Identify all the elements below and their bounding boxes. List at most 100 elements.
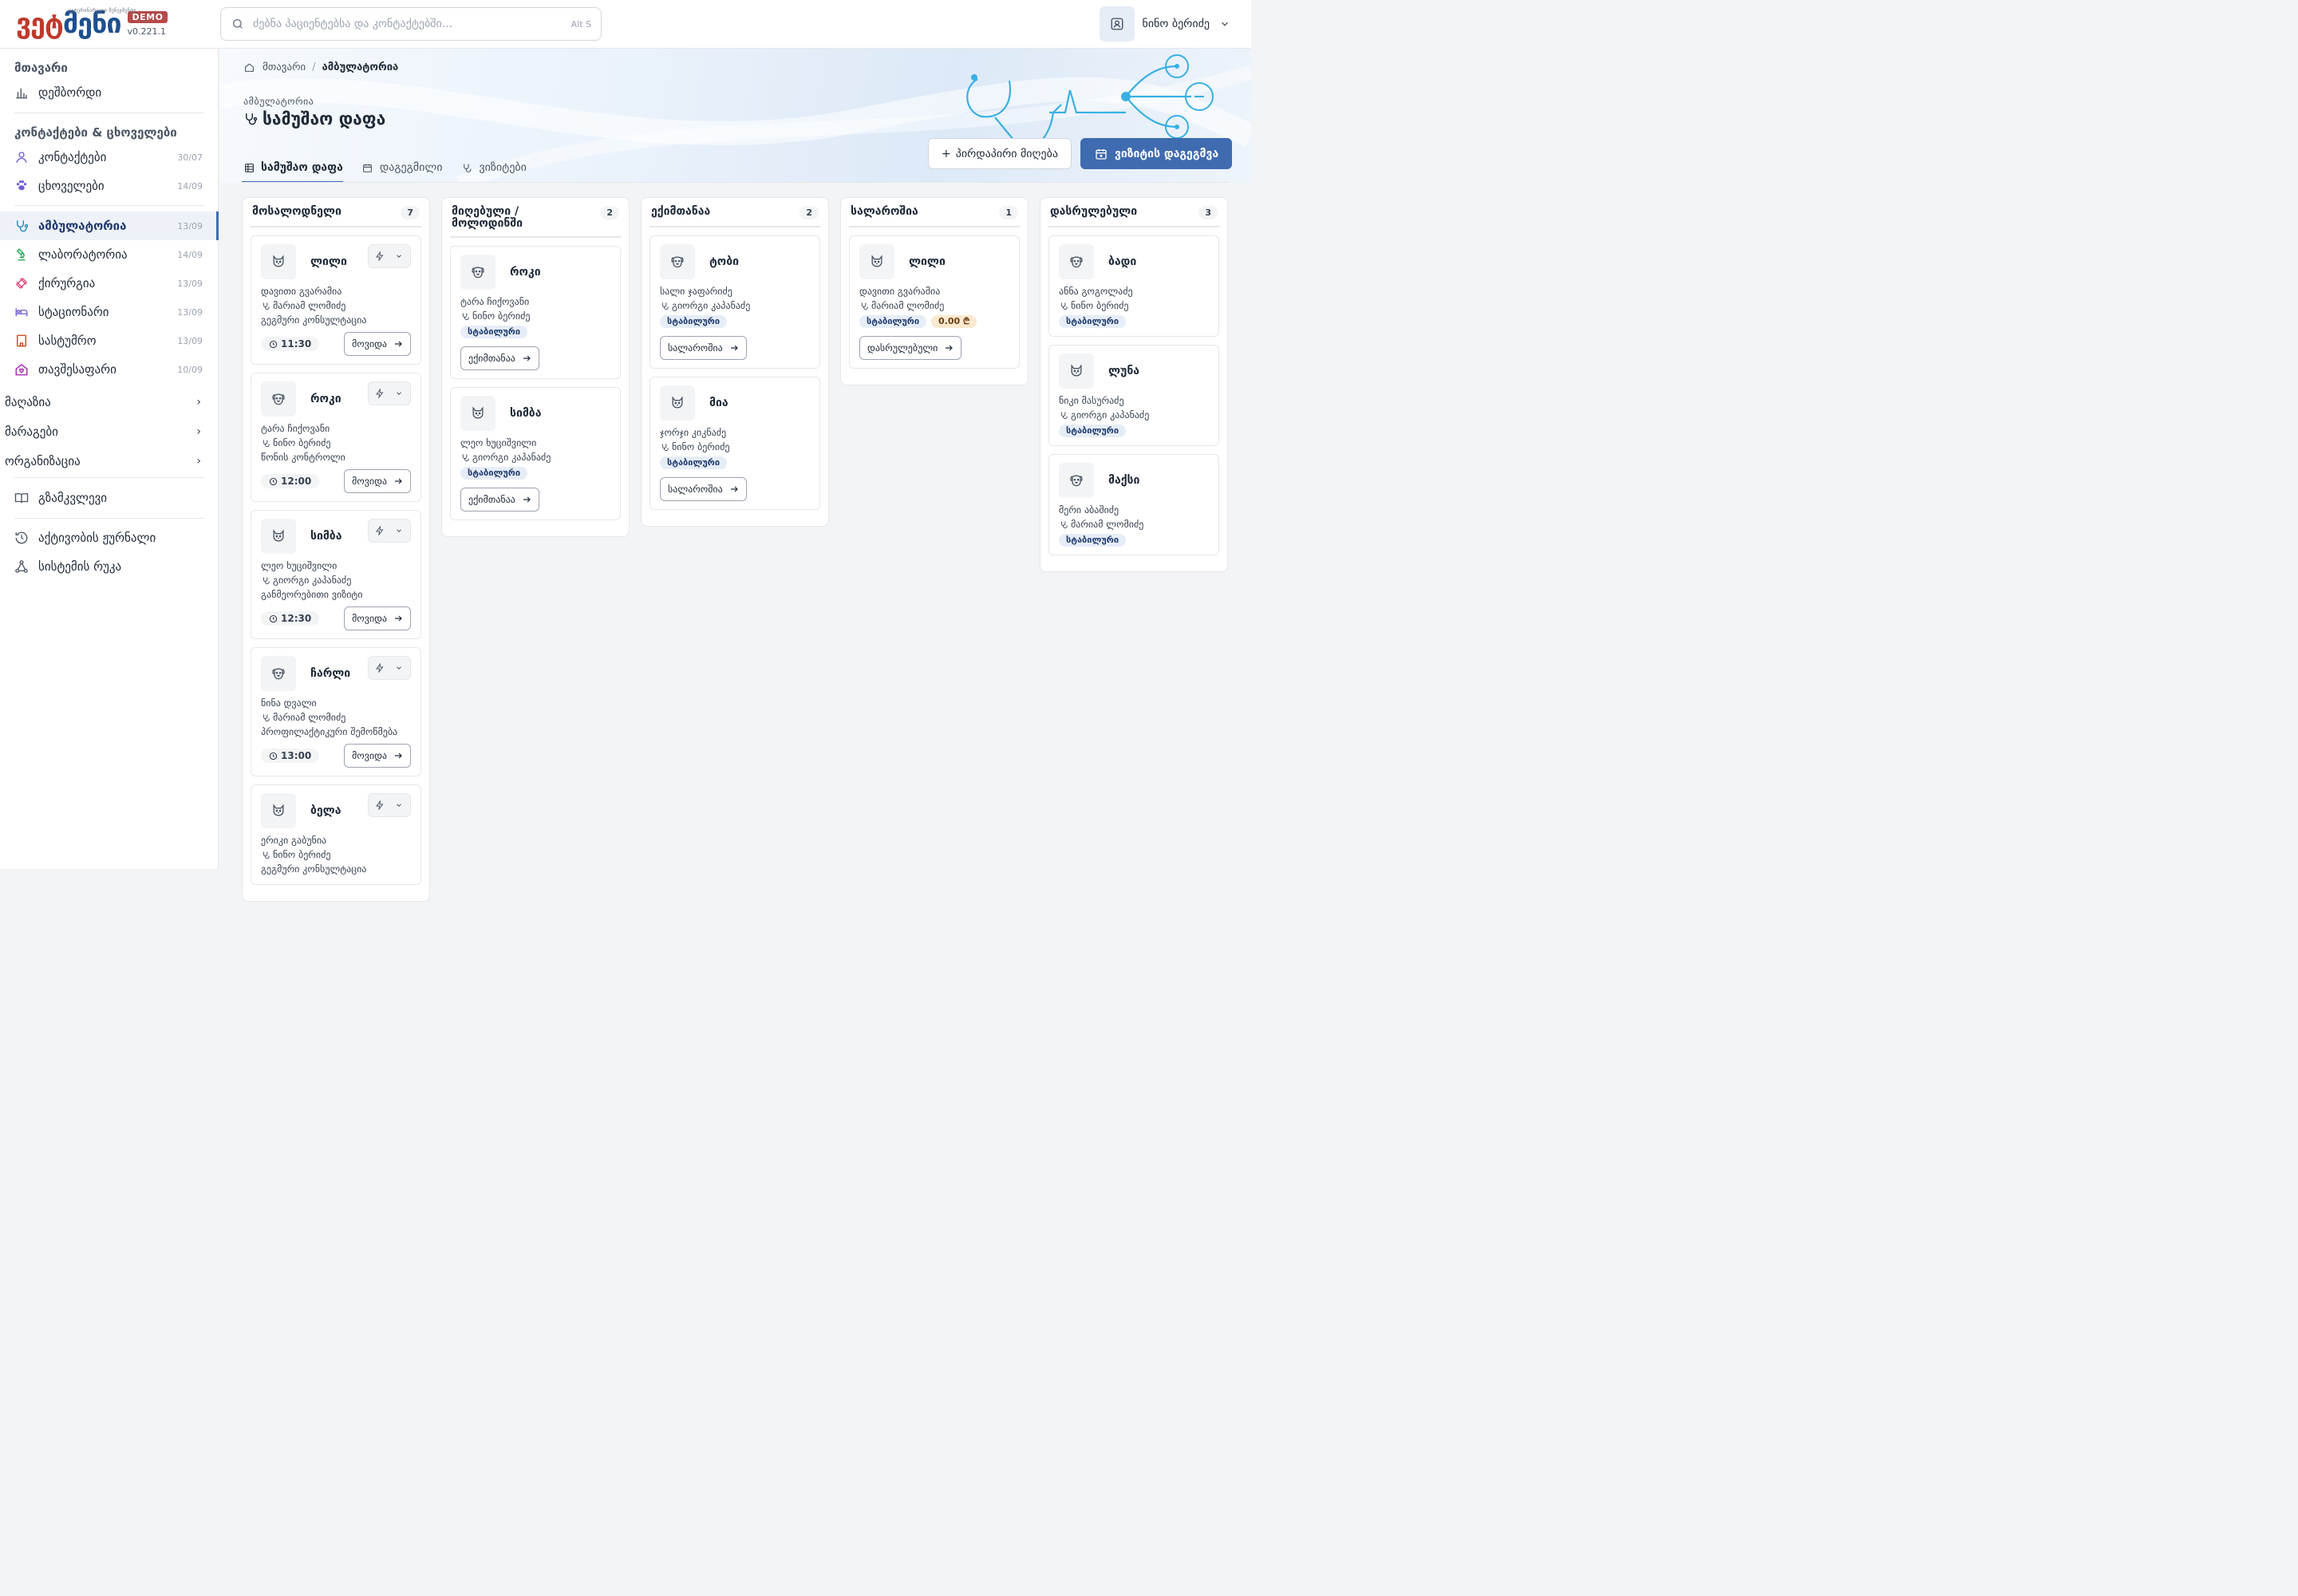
sidebar-item-shop[interactable]: მაღაზია › xyxy=(0,388,219,417)
chevron-down-icon xyxy=(392,523,406,538)
search-input[interactable] xyxy=(253,18,563,30)
global-search[interactable]: Alt S xyxy=(220,7,602,41)
patient-card[interactable]: მაქსი მერი აბაშიძე მარიამ ლომიძე სტაბილური xyxy=(1048,454,1219,555)
doctor-name: ნინო ბერიძე xyxy=(672,441,730,452)
card-header: ბადი xyxy=(1059,244,1209,279)
pet-name[interactable]: ბელა xyxy=(310,804,341,817)
tab-visits[interactable]: ვიზიტები xyxy=(460,152,527,183)
main-content: მთავარი / ამბულატორია ამბულატორია სამუშა… xyxy=(219,49,1251,902)
sidebar-item-ambulatory[interactable]: ამბულატორია 13/09 xyxy=(0,211,219,240)
user-menu[interactable]: ნინო ბერიძე xyxy=(1099,6,1233,41)
move-status-button[interactable]: მოვიდა xyxy=(344,606,411,630)
page-title: სამუშაო დაფა xyxy=(243,109,385,128)
patient-card[interactable]: ტობი სალი ჯაფარიძე გიორგი კაპანაძე სტაბილურ… xyxy=(650,235,820,369)
patient-card[interactable]: ჩარლი ნინა დვალი მარიამ ლომიძე პროფილაქტიკუ… xyxy=(251,647,421,776)
cat-icon xyxy=(660,385,695,421)
quick-actions-button[interactable] xyxy=(368,244,411,268)
owner-name: ლეო ხუციშვილი xyxy=(460,437,537,448)
move-status-button[interactable]: სალაროშია xyxy=(660,336,747,360)
pet-name[interactable]: ჩარლი xyxy=(310,667,350,680)
assigned-doctor: გიორგი კაპანაძე xyxy=(1059,408,1209,422)
lightning-icon xyxy=(373,249,387,263)
patient-card[interactable]: ბელა ერიკი გაბუნია ნინო ბერიძე გეგმური კონს… xyxy=(251,784,421,885)
schedule-visit-button[interactable]: ვიზიტის დაგეგმვა xyxy=(1080,138,1233,169)
sidebar-item-date: 13/09 xyxy=(177,306,203,318)
status-badge: სტაბილური xyxy=(460,467,528,480)
card-header: როკი xyxy=(261,381,411,417)
quick-actions-button[interactable] xyxy=(368,519,411,543)
quick-actions-button[interactable] xyxy=(368,793,411,817)
move-status-button[interactable]: მოვიდა xyxy=(344,332,411,356)
lightning-icon xyxy=(373,386,387,401)
card-header: ლუნა xyxy=(1059,354,1209,389)
home-icon[interactable] xyxy=(242,60,256,74)
chevron-down-icon xyxy=(392,798,406,812)
chevron-down-icon xyxy=(392,249,406,263)
patient-card[interactable]: ლილი დავითი გვარამია მარიამ ლომიძე გეგმური … xyxy=(251,235,421,365)
button-label: პირდაპირი მიღება xyxy=(955,147,1059,160)
patient-card[interactable]: ლუნა ნიკი მასურაძე გიორგი კაპანაძე სტაბილურ… xyxy=(1048,345,1219,446)
stethoscope-icon xyxy=(14,219,29,233)
pet-name[interactable]: სიმბა xyxy=(510,407,541,420)
move-status-button[interactable]: ექიმთანაა xyxy=(460,488,539,512)
logo-tagline: ვეტერინარული მენეჯმენტი xyxy=(69,8,136,14)
pet-name[interactable]: ლუნა xyxy=(1108,365,1139,377)
patient-card[interactable]: სიმბა ლეო ხუციშვილი გიორგი კაპანაძე განმეორ… xyxy=(251,510,421,639)
sidebar-item-organization[interactable]: ორგანიზაცია › xyxy=(0,447,219,476)
quick-actions-button[interactable] xyxy=(368,656,411,680)
sidebar-item-guide[interactable]: გზამკვლევი xyxy=(0,484,219,512)
sidebar-item-label: დეშბორდი xyxy=(38,85,102,100)
column-count: 7 xyxy=(401,206,420,219)
pet-name[interactable]: როკი xyxy=(310,393,342,405)
sidebar: მთავარი დეშბორდი კონტაქტები & ცხოველები … xyxy=(0,49,219,869)
tab-scheduled[interactable]: დაგეგმილი xyxy=(361,152,442,183)
move-status-button[interactable]: სალაროშია xyxy=(660,477,747,501)
patient-card[interactable]: როკი ტარა ჩიქოვანი ნინო ბერიძე სტაბილური ექი… xyxy=(450,246,621,379)
tab-workboard[interactable]: სამუშაო დაფა xyxy=(242,152,343,183)
status-badge: სტაბილური xyxy=(660,315,728,328)
move-status-button[interactable]: დასრულებული xyxy=(859,336,962,360)
sidebar-item-system-map[interactable]: სისტემის რუკა xyxy=(0,552,219,581)
sidebar-item-laboratory[interactable]: ლაბორატორია 14/09 xyxy=(0,240,219,269)
pet-name[interactable]: როკი xyxy=(510,266,541,279)
pet-name[interactable]: ლილი xyxy=(310,255,347,268)
pet-name[interactable]: ტობი xyxy=(709,255,739,268)
pet-name[interactable]: ბადი xyxy=(1108,255,1136,268)
sidebar-item-label: აქტივობის ჟურნალი xyxy=(38,531,156,545)
page-header-banner: მთავარი / ამბულატორია ამბულატორია სამუშა… xyxy=(219,49,1251,183)
move-status-button[interactable]: მოვიდა xyxy=(344,744,411,768)
sidebar-item-activity-log[interactable]: აქტივობის ჟურნალი xyxy=(0,523,219,552)
sidebar-item-surgery[interactable]: ქირურგია 13/09 xyxy=(0,269,219,298)
breadcrumb-home[interactable]: მთავარი xyxy=(263,61,306,73)
patient-card[interactable]: ლილი დავითი გვარამია მარიამ ლომიძე სტაბილურ… xyxy=(849,235,1020,369)
status-badge: სტაბილური xyxy=(1059,534,1127,547)
sidebar-item-shelter[interactable]: თავშესაფარი 10/09 xyxy=(0,355,219,384)
patient-card[interactable]: მია ჯორჯი კიკნაძე ნინო ბერიძე სტაბილური სალა… xyxy=(650,377,820,510)
sidebar-item-stock[interactable]: მარაგები › xyxy=(0,417,219,446)
sidebar-item-hotel[interactable]: სასტუმრო 13/09 xyxy=(0,326,219,355)
sidebar-item-dashboard[interactable]: დეშბორდი xyxy=(0,78,219,107)
assigned-doctor: ნინო ბერიძე xyxy=(261,847,411,862)
patient-card[interactable]: ბადი ანნა გოგოლაძე ნინო ბერიძე სტაბილური xyxy=(1048,235,1219,337)
quick-actions-button[interactable] xyxy=(368,381,411,405)
sidebar-item-label: ორგანიზაცია xyxy=(5,454,81,468)
home-heart-icon xyxy=(14,362,29,377)
pet-name[interactable]: ლილი xyxy=(909,255,946,268)
pet-name[interactable]: სიმბა xyxy=(310,530,342,543)
stethoscope-icon xyxy=(243,112,258,126)
move-status-button[interactable]: მოვიდა xyxy=(344,469,411,493)
patient-card[interactable]: როკი ტარა ჩიქოვანი ნინო ბერიძე წონის კონტრო… xyxy=(251,373,421,502)
sidebar-item-hospital[interactable]: სტაციონარი 13/09 xyxy=(0,298,219,326)
button-label: სალაროშია xyxy=(668,342,723,354)
sidebar-item-animals[interactable]: ცხოველები 14/09 xyxy=(0,172,219,200)
move-status-button[interactable]: ექიმთანაა xyxy=(460,346,539,370)
sidebar-item-contacts[interactable]: კონტაქტები 30/07 xyxy=(0,143,219,172)
owner-name: ჯორჯი კიკნაძე xyxy=(660,427,727,438)
direct-admission-button[interactable]: + პირდაპირი მიღება xyxy=(928,138,1072,169)
status-badge: სტაბილური xyxy=(859,315,927,328)
patient-card[interactable]: სიმბა ლეო ხუციშვილი გიორგი კაპანაძე სტაბილუ… xyxy=(450,387,621,520)
pet-name[interactable]: მია xyxy=(709,397,728,409)
app-logo[interactable]: ვეტმენი ვეტერინარული მენეჯმენტი DEMO v0.… xyxy=(16,8,168,38)
card-header: როკი xyxy=(460,255,610,290)
pet-name[interactable]: მაქსი xyxy=(1108,474,1139,487)
